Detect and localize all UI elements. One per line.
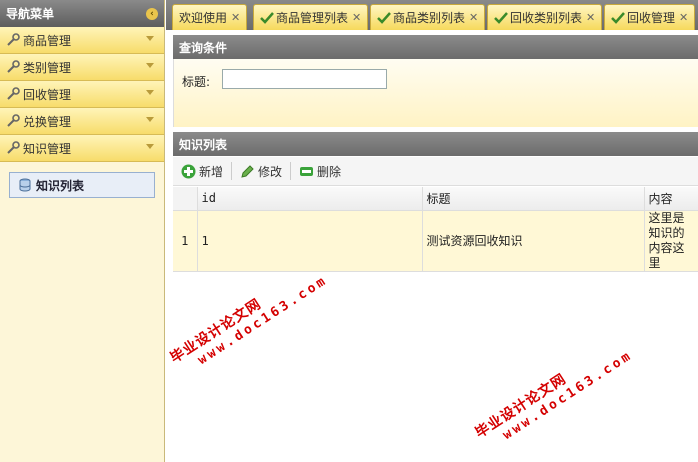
row-number: 1	[173, 210, 198, 272]
add-button[interactable]: 新增	[181, 163, 223, 180]
collapse-icon[interactable]: ‹	[146, 7, 158, 20]
watermark: 毕业设计论文网 www.doc163.com	[471, 331, 636, 455]
sidebar-item-knowledge[interactable]: 知识管理	[0, 135, 164, 162]
check-icon	[494, 11, 508, 24]
watermark: 毕业设计论文网 www.doc163.com	[166, 256, 331, 380]
tab-recycle-category-list[interactable]: 回收类别列表 ✕	[487, 4, 603, 30]
sidebar-item-label: 知识管理	[23, 141, 72, 156]
tab-label: 回收管理	[627, 11, 676, 25]
close-icon[interactable]: ✕	[352, 11, 361, 24]
table-header-row: id 标题 内容	[173, 187, 698, 211]
close-icon[interactable]: ✕	[469, 11, 478, 24]
chevron-down-icon	[146, 63, 154, 68]
tab-label: 欢迎使用	[179, 11, 228, 25]
sidebar-item-exchange[interactable]: 兑换管理	[0, 108, 164, 135]
list-panel-header: 知识列表	[173, 132, 698, 156]
title-field-label: 标题:	[182, 75, 211, 89]
sidebar-title: 导航菜单	[6, 7, 55, 21]
check-icon	[377, 11, 391, 24]
wrench-icon	[7, 114, 20, 127]
tab-goods-category-list[interactable]: 商品类别列表 ✕	[370, 4, 486, 30]
toolbar-divider	[231, 162, 233, 180]
sidebar-header: 导航菜单 ‹	[0, 0, 164, 27]
submenu: 知识列表	[0, 162, 164, 208]
list-panel-title: 知识列表	[179, 137, 228, 152]
delete-button-label: 删除	[317, 164, 342, 179]
close-icon[interactable]: ✕	[679, 11, 688, 24]
pencil-icon	[241, 164, 254, 178]
wrench-icon	[7, 60, 20, 73]
chevron-down-icon	[146, 117, 154, 122]
list-toolbar: 新增 修改 删除	[173, 157, 698, 186]
column-header-content[interactable]: 内容	[644, 187, 698, 211]
chevron-down-icon	[146, 90, 154, 95]
chevron-down-icon	[146, 144, 154, 149]
query-panel: 标题:	[173, 59, 698, 127]
database-icon	[19, 178, 31, 192]
sidebar-item-label: 回收管理	[23, 87, 72, 102]
sidebar-item-goods[interactable]: 商品管理	[0, 27, 164, 54]
sidebar: 导航菜单 ‹ 商品管理类别管理回收管理兑换管理知识管理 知识列表	[0, 0, 165, 462]
query-panel-header: 查询条件	[173, 35, 698, 59]
wrench-icon	[7, 87, 20, 100]
sidebar-item-label: 兑换管理	[23, 114, 72, 129]
cell-content: 这里是知识的内容这里	[644, 210, 698, 272]
column-header-title[interactable]: 标题	[422, 187, 645, 211]
tab-label: 商品管理列表	[276, 11, 349, 25]
submenu-item-knowledge-list[interactable]: 知识列表	[9, 172, 155, 198]
tab-welcome[interactable]: 欢迎使用 ✕	[172, 4, 248, 30]
check-icon	[260, 11, 274, 24]
sidebar-item-category[interactable]: 类别管理	[0, 54, 164, 81]
sidebar-item-recycle[interactable]: 回收管理	[0, 81, 164, 108]
edit-button-label: 修改	[258, 164, 283, 179]
submenu-item-label: 知识列表	[36, 178, 85, 193]
close-icon[interactable]: ✕	[231, 11, 240, 24]
add-button-label: 新增	[199, 164, 224, 179]
chevron-down-icon	[146, 36, 154, 41]
table-row[interactable]: 1 1 测试资源回收知识 这里是知识的内容这里	[173, 210, 698, 272]
check-icon	[611, 11, 625, 24]
column-header-id[interactable]: id	[197, 187, 423, 211]
edit-button[interactable]: 修改	[240, 163, 282, 180]
tab-bar: 欢迎使用 ✕ 商品管理列表 ✕ 商品类别列表 ✕ 回收类别列表 ✕ 回收管理 ✕	[166, 0, 698, 30]
knowledge-table: id 标题 内容 1 1 测试资源回收知识 这里是知识的内容这里	[173, 187, 698, 272]
sidebar-item-label: 类别管理	[23, 60, 72, 75]
wrench-icon	[7, 33, 20, 46]
wrench-icon	[7, 141, 20, 154]
query-panel-title: 查询条件	[179, 40, 228, 55]
tab-label: 商品类别列表	[393, 11, 466, 25]
title-search-input[interactable]	[222, 69, 387, 89]
tab-recycle-manage[interactable]: 回收管理 ✕	[604, 4, 696, 30]
sidebar-item-label: 商品管理	[23, 33, 72, 48]
minus-icon	[300, 166, 314, 176]
close-icon[interactable]: ✕	[586, 11, 595, 24]
tab-goods-list[interactable]: 商品管理列表 ✕	[253, 4, 369, 30]
add-icon	[181, 164, 196, 178]
toolbar-divider	[290, 162, 292, 180]
rownum-header	[173, 187, 198, 211]
cell-title: 测试资源回收知识	[422, 210, 645, 272]
tab-label: 回收类别列表	[510, 11, 583, 25]
delete-button[interactable]: 删除	[299, 163, 341, 180]
